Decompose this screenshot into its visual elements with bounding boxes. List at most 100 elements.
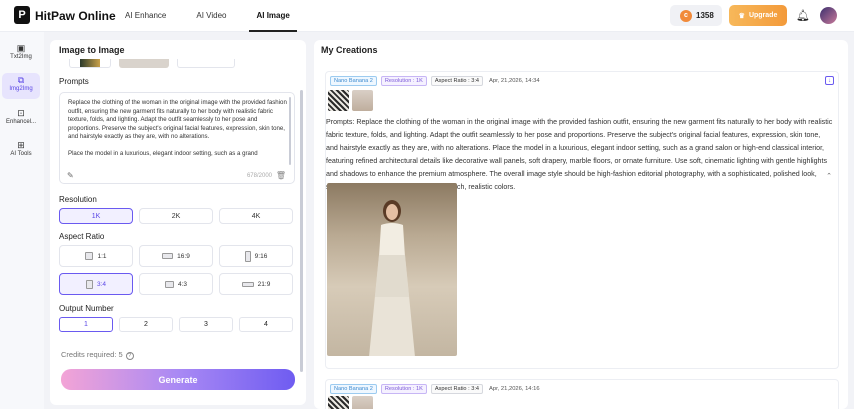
wide-shape-icon [241,281,254,287]
model-figure [369,200,415,356]
source-thumb-model[interactable] [352,90,373,111]
rail-item-enhance[interactable]: ⊡ Enhancel... [2,106,40,132]
creation-tags: Nano Banana 2 Resolution : 1K Aspect Rat… [330,384,540,394]
resolution-options: 1K 2K 4K [59,208,293,224]
hitpaw-logo[interactable]: P [14,6,30,24]
char-count: 678/2000 [246,173,272,179]
output-option-3[interactable]: 3 [179,317,233,332]
aspect-option-9-16[interactable]: 9:16 [219,245,293,267]
aspect-option-21-9[interactable]: 21:9 [219,273,293,295]
image-to-image-panel: Image to Image Prompts Replace the cloth… [50,40,306,405]
nav-ai-image[interactable]: AI Image [249,0,297,32]
crown-icon: ♛ [738,12,745,20]
download-icon[interactable]: ↓ [825,76,834,85]
collapse-chevron-icon[interactable]: ⌃ [826,172,832,180]
resolution-tag: Resolution : 1K [380,76,427,86]
resolution-option-1k[interactable]: 1K [59,208,133,224]
landscape-shape-icon [164,280,174,288]
tools-grid-icon: ⊞ [17,140,25,150]
credits-required-text: Credits required: 5 [61,350,123,359]
magic-wand-icon[interactable]: ✎ [67,171,74,180]
aspect-label: 1:1 [97,252,107,260]
model-tag: Nano Banana 2 [330,76,377,86]
rail-item-label: Txt2Img [10,54,32,60]
resolution-option-4k[interactable]: 4K [219,208,293,224]
aspect-label: 16:9 [177,252,190,260]
nav-ai-enhance[interactable]: AI Enhance [118,0,173,32]
left-rail: ▣ Txt2Img ⧉ Img2Img ⊡ Enhancel... ⊞ AI T… [0,32,44,409]
credits-balance[interactable]: c 1358 [670,5,722,26]
output-number-label: Output Number [59,304,114,313]
prompt-textarea[interactable]: Replace the clothing of the woman in the… [59,92,295,184]
source-thumb-outfit[interactable] [328,396,349,409]
output-option-2[interactable]: 2 [119,317,173,332]
image-image-icon: ⧉ [17,75,25,85]
rail-item-label: Enhancel... [5,119,37,125]
prompt-scrollbar[interactable] [289,97,291,165]
aspect-ratio-row-2: 3:4 4:3 21:9 [59,273,293,295]
panel-title: Image to Image [59,45,125,55]
creations-title: My Creations [321,45,378,55]
output-number-options: 1 2 3 4 [59,317,293,332]
creation-tags: Nano Banana 2 Resolution : 1K Aspect Rat… [330,76,540,86]
resolution-label: Resolution [59,195,97,204]
aspect-ratio-row-1: 1:1 16:9 9:16 [59,245,293,267]
aspect-option-16-9[interactable]: 16:9 [139,245,213,267]
portrait-shape-icon [85,279,93,289]
prompt-paragraph: Place the model in a luxurious, elegant … [68,149,258,157]
prompt-text[interactable]: Replace the clothing of the woman in the… [68,99,288,167]
avatar[interactable] [820,7,837,24]
rail-item-label: Img2Img [9,86,33,92]
resolution-tag: Resolution : 1K [380,384,427,394]
rail-item-img2img[interactable]: ⧉ Img2Img [2,73,40,99]
nav-ai-video[interactable]: AI Video [189,0,233,32]
source-images [328,396,373,409]
credits-required: Credits required: 5? [61,350,134,360]
upload-slot[interactable] [177,59,235,68]
my-creations-panel: My Creations Nano Banana 2 Resolution : … [314,40,848,409]
help-icon[interactable]: ? [125,352,134,360]
output-option-4[interactable]: 4 [239,317,293,332]
creation-date: Apr, 21,2026, 14:16 [488,386,540,392]
brand-name[interactable]: HitPaw Online [35,9,116,23]
aspect-label: 9:16 [254,252,268,260]
creation-date: Apr, 21,2026, 14:34 [488,78,540,84]
source-thumb-outfit[interactable] [328,90,349,111]
output-option-1[interactable]: 1 [59,317,113,332]
main-nav: AI Enhance AI Video AI Image [118,0,313,32]
generated-image[interactable] [327,183,457,356]
reference-thumb[interactable] [119,59,169,68]
generate-button[interactable]: Generate [61,369,295,390]
upgrade-label: Upgrade [748,12,778,19]
aspect-option-1-1[interactable]: 1:1 [59,245,133,267]
aspect-label: 3:4 [96,280,107,288]
upgrade-button[interactable]: ♛ Upgrade [729,5,787,26]
landscape-shape-icon [162,253,174,259]
prompts-label: Prompts [59,77,89,86]
resolution-option-2k[interactable]: 2K [139,208,213,224]
rail-item-txt2img[interactable]: ▣ Txt2Img [2,41,40,67]
creation-card: Nano Banana 2 Resolution : 1K Aspect Rat… [325,379,839,409]
square-shape-icon [85,252,94,260]
aspect-option-4-3[interactable]: 4:3 [139,273,213,295]
creation-card: Nano Banana 2 Resolution : 1K Aspect Rat… [325,71,839,369]
thumb-image [80,59,100,67]
aspect-label: 4:3 [177,280,188,288]
bell-icon[interactable]: 🔔︎ [796,9,810,23]
coin-icon: c [680,9,692,22]
aspect-option-3-4[interactable]: 3:4 [59,273,133,295]
aspect-tag: Aspect Ratio : 3:4 [430,76,483,86]
text-image-icon: ▣ [16,43,26,53]
credits-value: 1358 [696,11,714,20]
trash-icon[interactable]: 🗑︎ [276,171,286,180]
reference-thumbnails[interactable] [59,59,285,71]
rail-item-ai-tools[interactable]: ⊞ AI Tools [2,138,40,164]
aspect-ratio-label: Aspect Ratio [59,232,105,241]
source-images [328,90,373,111]
source-thumb-model[interactable] [352,396,373,409]
aspect-label: 21:9 [257,280,271,288]
reference-thumb[interactable] [69,59,111,68]
aspect-tag: Aspect Ratio : 3:4 [430,384,483,394]
panel-scrollbar[interactable] [300,90,303,372]
portrait-shape-icon [244,250,251,262]
